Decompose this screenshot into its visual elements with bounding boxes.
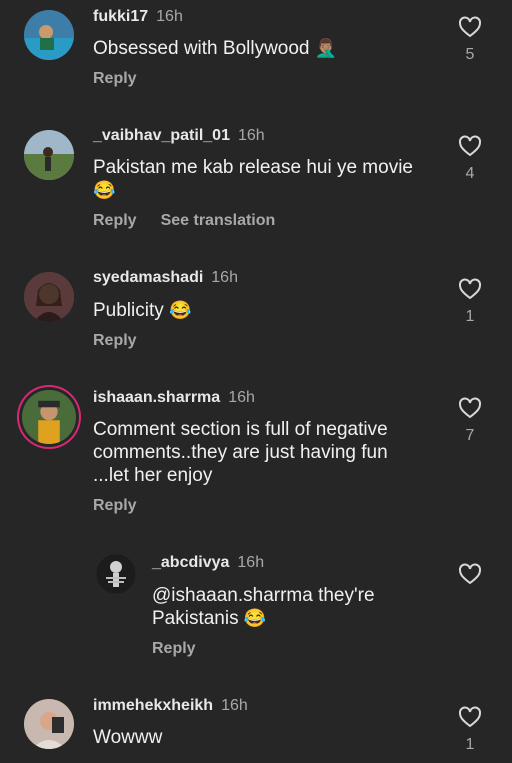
comment-body: Pakistan me kab release hui ye movie bbox=[93, 157, 413, 178]
reply-button[interactable]: Reply bbox=[152, 640, 196, 657]
comment-text: @ishaaan.sharrma they're Pakistanis 😂 bbox=[152, 584, 402, 630]
heart-icon[interactable] bbox=[458, 397, 482, 419]
comment-meta: immehekxheikh 16h bbox=[93, 697, 248, 715]
like-control: 5 bbox=[458, 16, 482, 64]
like-control: 1 bbox=[458, 278, 482, 326]
comment-text: Obsessed with Bollywood 🤦🏽‍♂️ bbox=[93, 37, 337, 60]
comment-actions: Reply bbox=[93, 332, 161, 350]
comment-actions: Reply bbox=[152, 640, 220, 658]
comment-meta: fukki17 16h bbox=[93, 8, 183, 26]
comment-actions: Reply bbox=[93, 497, 161, 515]
emoji: 😂 bbox=[93, 180, 116, 200]
avatar[interactable] bbox=[24, 10, 74, 60]
like-control: 1 bbox=[458, 706, 482, 754]
comment-meta: _abcdivya 16h bbox=[152, 554, 264, 572]
heart-icon[interactable] bbox=[458, 563, 482, 585]
timestamp: 16h bbox=[156, 8, 183, 25]
timestamp: 16h bbox=[237, 127, 265, 144]
like-count: 4 bbox=[465, 165, 475, 182]
comment-text: Publicity 😂 bbox=[93, 299, 191, 322]
username[interactable]: syedamashadi bbox=[93, 269, 203, 286]
like-control: 4 bbox=[458, 135, 482, 183]
see-translation-button[interactable]: See translation bbox=[161, 212, 276, 229]
heart-icon[interactable] bbox=[458, 135, 482, 157]
username[interactable]: immehekxheikh bbox=[93, 697, 213, 714]
username[interactable]: ishaaan.sharrma bbox=[93, 389, 220, 406]
comment-text: Wowww bbox=[93, 726, 162, 749]
comment-text: Comment section is full of negative comm… bbox=[93, 418, 423, 487]
timestamp: 16h bbox=[221, 697, 248, 714]
comment-body: Obsessed with Bollywood bbox=[93, 38, 310, 59]
reply-button[interactable]: Reply bbox=[93, 332, 137, 349]
comment-body: Comment section is full of negative comm… bbox=[93, 419, 388, 486]
emoji: 🤦🏽‍♂️ bbox=[314, 38, 338, 58]
timestamp: 16h bbox=[211, 269, 238, 286]
comment-meta: _vaibhav_patil_01 16h bbox=[93, 127, 265, 145]
username[interactable]: _vaibhav_patil_01 bbox=[93, 127, 230, 144]
reply-button[interactable]: Reply bbox=[93, 70, 137, 87]
comment-actions: Reply See translation bbox=[93, 212, 299, 230]
avatar[interactable] bbox=[24, 130, 74, 180]
reply-button[interactable]: Reply bbox=[93, 497, 137, 514]
heart-icon[interactable] bbox=[458, 706, 482, 728]
like-count: 5 bbox=[465, 46, 475, 63]
comment-text: Pakistan me kab release hui ye movie 😂 bbox=[93, 156, 433, 202]
like-count: 7 bbox=[465, 427, 475, 444]
comment-body: Publicity bbox=[93, 300, 164, 321]
timestamp: 16h bbox=[228, 389, 255, 406]
reply-button[interactable]: Reply bbox=[93, 212, 137, 229]
comment-meta: ishaaan.sharrma 16h bbox=[93, 389, 255, 407]
username[interactable]: _abcdivya bbox=[152, 554, 229, 571]
heart-icon[interactable] bbox=[458, 16, 482, 38]
username[interactable]: fukki17 bbox=[93, 8, 148, 25]
comment-body: Wowww bbox=[93, 727, 163, 748]
like-count: 1 bbox=[465, 736, 475, 753]
avatar-story-ring[interactable] bbox=[22, 390, 76, 444]
avatar[interactable] bbox=[24, 699, 74, 749]
comment-actions: Reply bbox=[93, 70, 161, 88]
avatar[interactable] bbox=[24, 272, 74, 322]
avatar[interactable] bbox=[96, 554, 136, 594]
timestamp: 16h bbox=[237, 554, 265, 571]
emoji: 😂 bbox=[169, 300, 192, 320]
comment-meta: syedamashadi 16h bbox=[93, 269, 238, 287]
like-count: 1 bbox=[465, 308, 475, 325]
heart-icon[interactable] bbox=[458, 278, 482, 300]
like-control bbox=[458, 563, 482, 585]
emoji: 😂 bbox=[243, 608, 267, 628]
like-control: 7 bbox=[458, 397, 482, 445]
